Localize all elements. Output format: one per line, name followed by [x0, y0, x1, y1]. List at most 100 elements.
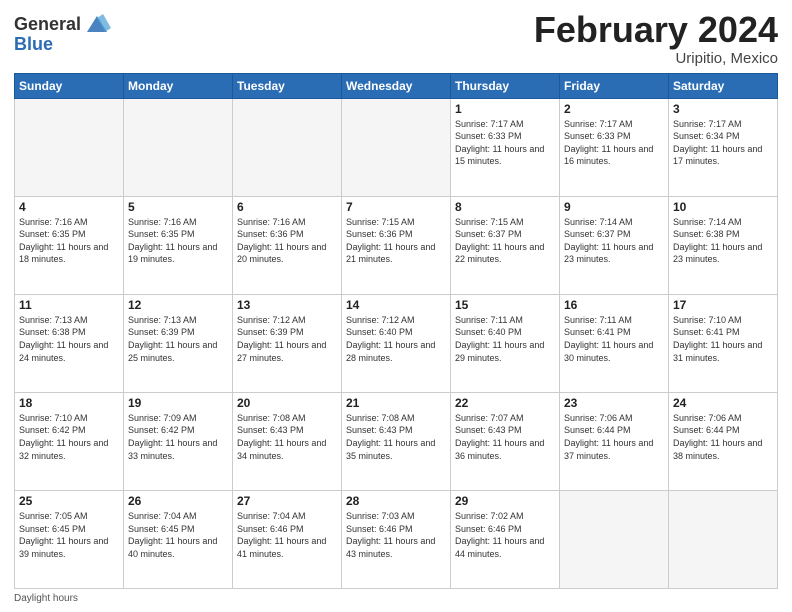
- calendar-cell: [124, 98, 233, 196]
- logo: General Blue: [14, 10, 111, 55]
- day-number: 19: [128, 396, 228, 410]
- calendar-cell: 1 Sunrise: 7:17 AM Sunset: 6:33 PM Daylig…: [451, 98, 560, 196]
- day-number: 14: [346, 298, 446, 312]
- calendar-cell: 18 Sunrise: 7:10 AM Sunset: 6:42 PM Dayli…: [15, 392, 124, 490]
- day-number: 8: [455, 200, 555, 214]
- day-number: 28: [346, 494, 446, 508]
- day-info: Sunrise: 7:17 AM Sunset: 6:33 PM Dayligh…: [455, 118, 555, 168]
- day-number: 25: [19, 494, 119, 508]
- day-info: Sunrise: 7:06 AM Sunset: 6:44 PM Dayligh…: [673, 412, 773, 462]
- day-info: Sunrise: 7:02 AM Sunset: 6:46 PM Dayligh…: [455, 510, 555, 560]
- title-block: February 2024 Uripitio, Mexico: [534, 10, 778, 67]
- calendar-week-3: 18 Sunrise: 7:10 AM Sunset: 6:42 PM Dayli…: [15, 392, 778, 490]
- calendar-cell: 12 Sunrise: 7:13 AM Sunset: 6:39 PM Dayli…: [124, 294, 233, 392]
- logo-blue-text: Blue: [14, 34, 53, 55]
- day-number: 16: [564, 298, 664, 312]
- calendar-cell: 13 Sunrise: 7:12 AM Sunset: 6:39 PM Dayli…: [233, 294, 342, 392]
- day-number: 9: [564, 200, 664, 214]
- calendar-header-tuesday: Tuesday: [233, 73, 342, 98]
- calendar-header-wednesday: Wednesday: [342, 73, 451, 98]
- calendar-cell: 8Sunrise: 7:15 AM Sunset: 6:37 PM Daylig…: [451, 196, 560, 294]
- day-number: 13: [237, 298, 337, 312]
- day-number: 15: [455, 298, 555, 312]
- day-info: Sunrise: 7:09 AM Sunset: 6:42 PM Dayligh…: [128, 412, 228, 462]
- calendar-cell: 24 Sunrise: 7:06 AM Sunset: 6:44 PM Dayli…: [669, 392, 778, 490]
- day-number: 23: [564, 396, 664, 410]
- day-info: Sunrise: 7:17 AM Sunset: 6:33 PM Dayligh…: [564, 118, 664, 168]
- day-number: 1: [455, 102, 555, 116]
- calendar-cell: 28 Sunrise: 7:03 AM Sunset: 6:46 PM Dayli…: [342, 490, 451, 588]
- day-info: Sunrise: 7:16 AM Sunset: 6:35 PM Dayligh…: [19, 216, 119, 266]
- calendar-cell: 15 Sunrise: 7:11 AM Sunset: 6:40 PM Dayli…: [451, 294, 560, 392]
- calendar-cell: 27 Sunrise: 7:04 AM Sunset: 6:46 PM Dayli…: [233, 490, 342, 588]
- calendar-header-sunday: Sunday: [15, 73, 124, 98]
- day-number: 24: [673, 396, 773, 410]
- footer: Daylight hours: [14, 593, 778, 604]
- calendar-cell: 4Sunrise: 7:16 AM Sunset: 6:35 PM Daylig…: [15, 196, 124, 294]
- day-info: Sunrise: 7:11 AM Sunset: 6:40 PM Dayligh…: [455, 314, 555, 364]
- calendar-cell: 16 Sunrise: 7:11 AM Sunset: 6:41 PM Dayli…: [560, 294, 669, 392]
- calendar-cell: 6 Sunrise: 7:16 AM Sunset: 6:36 PM Daylig…: [233, 196, 342, 294]
- calendar-week-0: 1 Sunrise: 7:17 AM Sunset: 6:33 PM Daylig…: [15, 98, 778, 196]
- calendar-cell: 2Sunrise: 7:17 AM Sunset: 6:33 PM Daylig…: [560, 98, 669, 196]
- calendar-cell: 25 Sunrise: 7:05 AM Sunset: 6:45 PM Dayli…: [15, 490, 124, 588]
- day-info: Sunrise: 7:12 AM Sunset: 6:39 PM Dayligh…: [237, 314, 337, 364]
- day-number: 6: [237, 200, 337, 214]
- day-number: 29: [455, 494, 555, 508]
- day-info: Sunrise: 7:10 AM Sunset: 6:42 PM Dayligh…: [19, 412, 119, 462]
- calendar-week-2: 11Sunrise: 7:13 AM Sunset: 6:38 PM Dayli…: [15, 294, 778, 392]
- footer-row: Daylight hours: [14, 593, 778, 604]
- logo-icon: [83, 10, 111, 38]
- day-number: 22: [455, 396, 555, 410]
- calendar-header-friday: Friday: [560, 73, 669, 98]
- day-number: 5: [128, 200, 228, 214]
- calendar-cell: 22 Sunrise: 7:07 AM Sunset: 6:43 PM Dayli…: [451, 392, 560, 490]
- calendar-cell: 21Sunrise: 7:08 AM Sunset: 6:43 PM Dayli…: [342, 392, 451, 490]
- subtitle: Uripitio, Mexico: [534, 50, 778, 67]
- day-info: Sunrise: 7:05 AM Sunset: 6:45 PM Dayligh…: [19, 510, 119, 560]
- calendar-header-row: SundayMondayTuesdayWednesdayThursdayFrid…: [15, 73, 778, 98]
- day-number: 12: [128, 298, 228, 312]
- day-number: 26: [128, 494, 228, 508]
- day-info: Sunrise: 7:10 AM Sunset: 6:41 PM Dayligh…: [673, 314, 773, 364]
- calendar-cell: 9 Sunrise: 7:14 AM Sunset: 6:37 PM Daylig…: [560, 196, 669, 294]
- calendar-cell: 29 Sunrise: 7:02 AM Sunset: 6:46 PM Dayli…: [451, 490, 560, 588]
- calendar-cell: 5 Sunrise: 7:16 AM Sunset: 6:35 PM Daylig…: [124, 196, 233, 294]
- day-info: Sunrise: 7:16 AM Sunset: 6:36 PM Dayligh…: [237, 216, 337, 266]
- day-info: Sunrise: 7:16 AM Sunset: 6:35 PM Dayligh…: [128, 216, 228, 266]
- calendar-cell: 3 Sunrise: 7:17 AM Sunset: 6:34 PM Daylig…: [669, 98, 778, 196]
- calendar-cell: 26Sunrise: 7:04 AM Sunset: 6:45 PM Dayli…: [124, 490, 233, 588]
- day-info: Sunrise: 7:06 AM Sunset: 6:44 PM Dayligh…: [564, 412, 664, 462]
- calendar-cell: 23 Sunrise: 7:06 AM Sunset: 6:44 PM Dayli…: [560, 392, 669, 490]
- calendar-header-saturday: Saturday: [669, 73, 778, 98]
- daylight-hours-label: Daylight hours: [14, 593, 78, 604]
- calendar-cell: [233, 98, 342, 196]
- calendar-week-1: 4Sunrise: 7:16 AM Sunset: 6:35 PM Daylig…: [15, 196, 778, 294]
- calendar-table: SundayMondayTuesdayWednesdayThursdayFrid…: [14, 73, 778, 589]
- day-number: 10: [673, 200, 773, 214]
- day-number: 18: [19, 396, 119, 410]
- day-info: Sunrise: 7:04 AM Sunset: 6:46 PM Dayligh…: [237, 510, 337, 560]
- day-info: Sunrise: 7:03 AM Sunset: 6:46 PM Dayligh…: [346, 510, 446, 560]
- day-info: Sunrise: 7:07 AM Sunset: 6:43 PM Dayligh…: [455, 412, 555, 462]
- calendar-week-4: 25 Sunrise: 7:05 AM Sunset: 6:45 PM Dayli…: [15, 490, 778, 588]
- calendar-header-thursday: Thursday: [451, 73, 560, 98]
- day-info: Sunrise: 7:12 AM Sunset: 6:40 PM Dayligh…: [346, 314, 446, 364]
- day-info: Sunrise: 7:14 AM Sunset: 6:37 PM Dayligh…: [564, 216, 664, 266]
- calendar-cell: 11Sunrise: 7:13 AM Sunset: 6:38 PM Dayli…: [15, 294, 124, 392]
- logo-general-text: General: [14, 14, 81, 35]
- day-info: Sunrise: 7:13 AM Sunset: 6:39 PM Dayligh…: [128, 314, 228, 364]
- day-info: Sunrise: 7:15 AM Sunset: 6:36 PM Dayligh…: [346, 216, 446, 266]
- page: General Blue February 2024 Uripitio, Mex…: [0, 0, 792, 612]
- day-number: 20: [237, 396, 337, 410]
- day-info: Sunrise: 7:11 AM Sunset: 6:41 PM Dayligh…: [564, 314, 664, 364]
- day-number: 7: [346, 200, 446, 214]
- day-info: Sunrise: 7:17 AM Sunset: 6:34 PM Dayligh…: [673, 118, 773, 168]
- calendar-cell: [669, 490, 778, 588]
- day-number: 3: [673, 102, 773, 116]
- day-number: 11: [19, 298, 119, 312]
- calendar-cell: 20 Sunrise: 7:08 AM Sunset: 6:43 PM Dayli…: [233, 392, 342, 490]
- calendar-cell: 17Sunrise: 7:10 AM Sunset: 6:41 PM Dayli…: [669, 294, 778, 392]
- day-number: 27: [237, 494, 337, 508]
- day-info: Sunrise: 7:08 AM Sunset: 6:43 PM Dayligh…: [237, 412, 337, 462]
